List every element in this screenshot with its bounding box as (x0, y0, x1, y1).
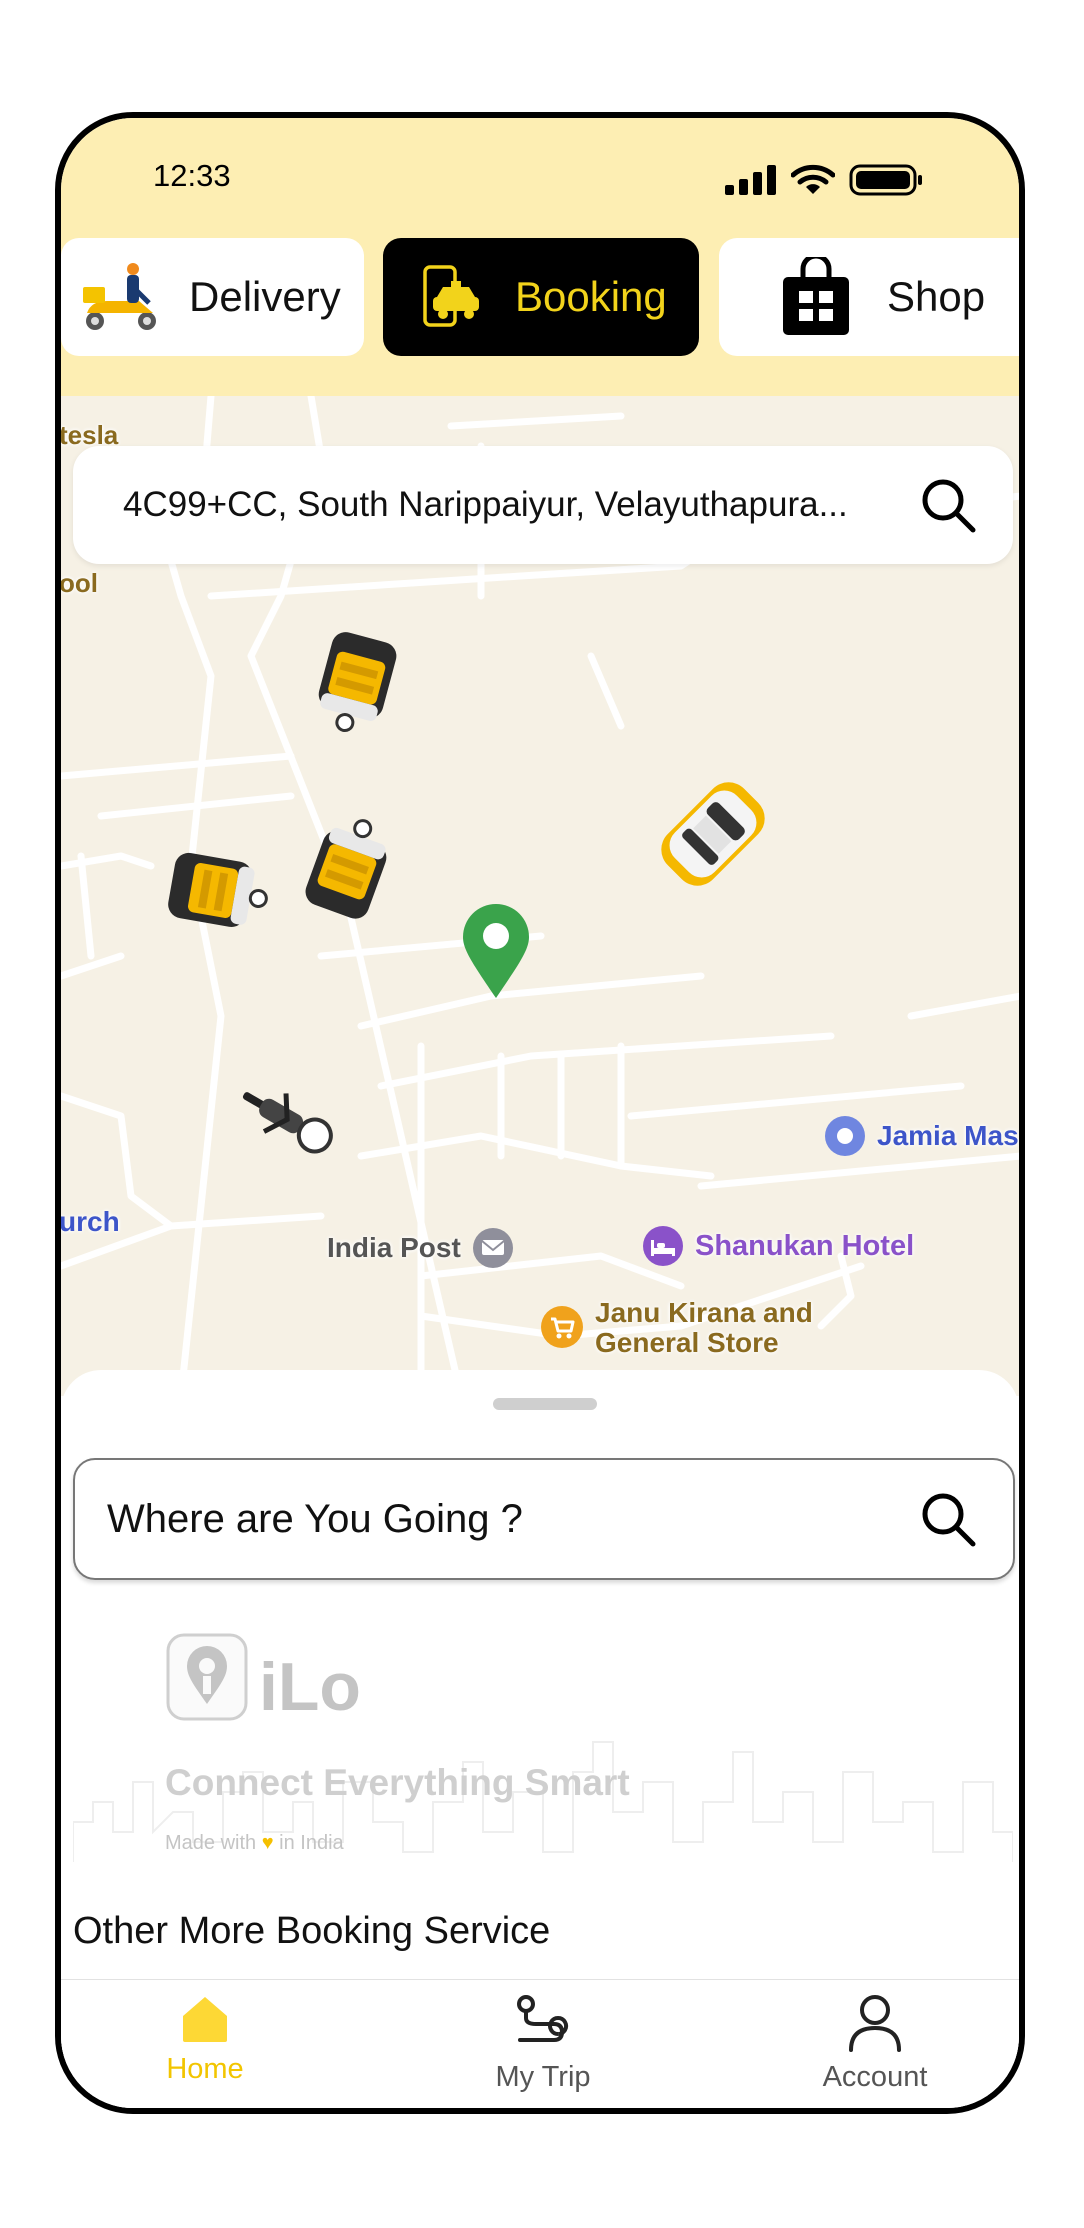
hotel-bed-icon (643, 1226, 683, 1266)
status-time: 12:33 (153, 158, 231, 193)
address-text: 4C99+CC, South Narippaiyur, Velayuthapur… (123, 485, 848, 524)
tab-booking-label: Booking (515, 273, 667, 320)
poi-shanukan-hotel-label: Shanukan Hotel (695, 1229, 915, 1262)
poi-india-post-label: India Post (327, 1232, 461, 1263)
in-india-text: in India (279, 1832, 344, 1854)
tab-shop[interactable]: Shop (719, 238, 1019, 356)
auto-rickshaw-icon-3 (168, 852, 268, 928)
poi-india-post[interactable]: India Post (327, 1226, 515, 1270)
poi-janu-line1: Janu Kirana and (595, 1297, 813, 1328)
destination-search-placeholder: Where are You Going ? (107, 1496, 523, 1541)
poi-jamia-label: Jamia Mas (877, 1120, 1019, 1151)
mail-icon (472, 1228, 513, 1268)
poi-jamia[interactable]: Jamia Mas (823, 1114, 1019, 1158)
poi-janu-kirana[interactable]: Janu Kirana and General Store (539, 1298, 813, 1358)
ilo-logo-icon (166, 1633, 248, 1721)
nav-my-trip-label: My Trip (495, 2061, 591, 2093)
search-icon[interactable] (919, 476, 977, 534)
made-in-india: Made with ♥ in India (165, 1832, 344, 1855)
poi-church-label: urch (61, 1206, 120, 1237)
scooter-delivery-icon (83, 263, 156, 330)
service-tabs: Delivery Booking Shop (61, 228, 1019, 396)
signal-icon (725, 165, 776, 195)
section-title-other-services: Other More Booking Service (73, 1910, 551, 1952)
home-icon (183, 1997, 227, 2042)
map-view[interactable]: tesla ool urch India Post Shanukan Hotel (61, 396, 1019, 1396)
search-icon[interactable] (919, 1490, 977, 1548)
shopping-bag-icon (783, 257, 849, 335)
ilo-logo-text: iLo (259, 1649, 361, 1725)
bottom-navigation: Home My Trip Account (61, 1979, 1019, 2108)
nav-account[interactable]: Account (775, 1994, 975, 2094)
nav-home-label: Home (166, 2053, 244, 2085)
tab-shop-label: Shop (887, 273, 986, 320)
brand-banner: iLo Connect Everything Smart Made with ♥… (73, 1632, 1013, 1872)
bottom-sheet: Where are You Going ? iLo Connect Everyt… (61, 1370, 1019, 2108)
nav-home[interactable]: Home (105, 1994, 305, 2086)
tab-delivery-label: Delivery (189, 273, 341, 320)
destination-search-field[interactable]: Where are You Going ? (73, 1458, 1015, 1580)
ilo-logo: iLo (165, 1632, 361, 1722)
tab-booking[interactable]: Booking (383, 238, 699, 356)
status-icons (725, 164, 923, 196)
poi-janu-line2: General Store (595, 1327, 779, 1358)
user-icon (849, 1995, 901, 2052)
poi-school-fragment: ool (61, 568, 98, 598)
wifi-icon (791, 164, 835, 194)
nav-my-trip[interactable]: My Trip (443, 1994, 643, 2094)
phone-taxi-icon (423, 265, 479, 327)
heart-icon: ♥ (261, 1832, 274, 1854)
tab-delivery[interactable]: Delivery (61, 238, 364, 356)
route-icon (517, 1995, 568, 2042)
status-bar: 12:33 (61, 118, 1019, 228)
poi-janu-kirana-label: Janu Kirana and General Store (595, 1298, 813, 1358)
address-search-bar[interactable]: 4C99+CC, South Narippaiyur, Velayuthapur… (73, 446, 1013, 564)
nav-account-label: Account (822, 2061, 928, 2093)
poi-shanukan-hotel[interactable]: Shanukan Hotel (641, 1224, 914, 1268)
made-with-text: Made with (165, 1832, 257, 1854)
battery-icon (849, 164, 922, 196)
shopping-cart-icon (541, 1306, 583, 1348)
place-dot-icon (825, 1116, 865, 1156)
brand-tagline: Connect Everything Smart (165, 1762, 630, 1803)
location-pin-icon (463, 904, 529, 998)
sheet-drag-handle[interactable] (493, 1398, 597, 1410)
phone-frame: 12:33 Delivery Booking Shop tesla ool ur… (55, 112, 1025, 2114)
